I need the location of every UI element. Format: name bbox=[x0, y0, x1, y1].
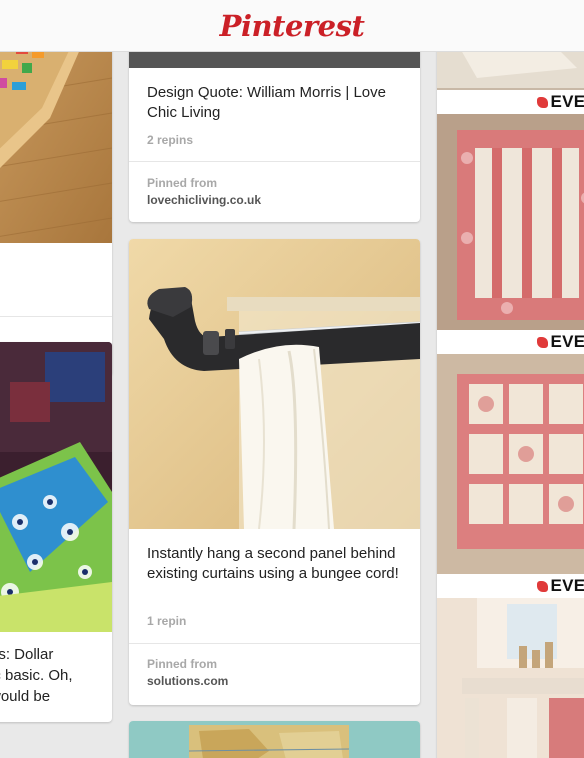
pinterest-logo[interactable]: Pinterest bbox=[220, 9, 365, 43]
pinned-from-label: Pinned from bbox=[147, 657, 218, 671]
pin-description-partial: ns: Dollar ic basic. Oh, would be bbox=[0, 646, 73, 705]
divider bbox=[0, 316, 112, 317]
pin-description: Design Quote: William Morris | Love Chic… bbox=[147, 84, 386, 121]
brand-mark-icon bbox=[536, 96, 548, 108]
repin-count[interactable]: 1 repin bbox=[147, 614, 186, 628]
pin-image-wood-floor[interactable] bbox=[0, 38, 112, 243]
overlay-banner: EVER bbox=[437, 574, 584, 598]
overlay-banner: EVER bbox=[437, 90, 584, 114]
pin-image-map[interactable] bbox=[129, 721, 420, 758]
pin-image-fabric-bin[interactable] bbox=[0, 342, 112, 632]
pin-card[interactable] bbox=[0, 38, 112, 376]
repin-count[interactable]: 2 repins bbox=[147, 133, 193, 147]
pin-card[interactable]: Design Quote: William Morris | Love Chic… bbox=[129, 38, 420, 222]
pin-card[interactable]: Instantly hang a second panel behind exi… bbox=[129, 239, 420, 705]
brand-mark-icon bbox=[536, 580, 548, 592]
pinned-from-label: Pinned from bbox=[147, 176, 218, 190]
overlay-banner: EVER bbox=[437, 330, 584, 354]
brand-mark-icon bbox=[536, 336, 548, 348]
pin-image-storage-boxes[interactable] bbox=[437, 38, 584, 758]
pin-card[interactable]: ns: Dollar ic basic. Oh, would be bbox=[0, 342, 112, 722]
pin-image-curtain-rod[interactable] bbox=[129, 239, 420, 529]
divider bbox=[129, 161, 420, 162]
divider bbox=[129, 643, 420, 644]
pin-description: Instantly hang a second panel behind exi… bbox=[147, 545, 399, 582]
pin-card[interactable] bbox=[129, 721, 420, 758]
pin-source-link[interactable]: solutions.com bbox=[147, 674, 228, 688]
top-bar: Pinterest bbox=[0, 0, 584, 52]
pin-card[interactable]: EVER EVER EVER bbox=[437, 38, 584, 758]
pin-source-link[interactable]: lovechicliving.co.uk bbox=[147, 193, 261, 207]
